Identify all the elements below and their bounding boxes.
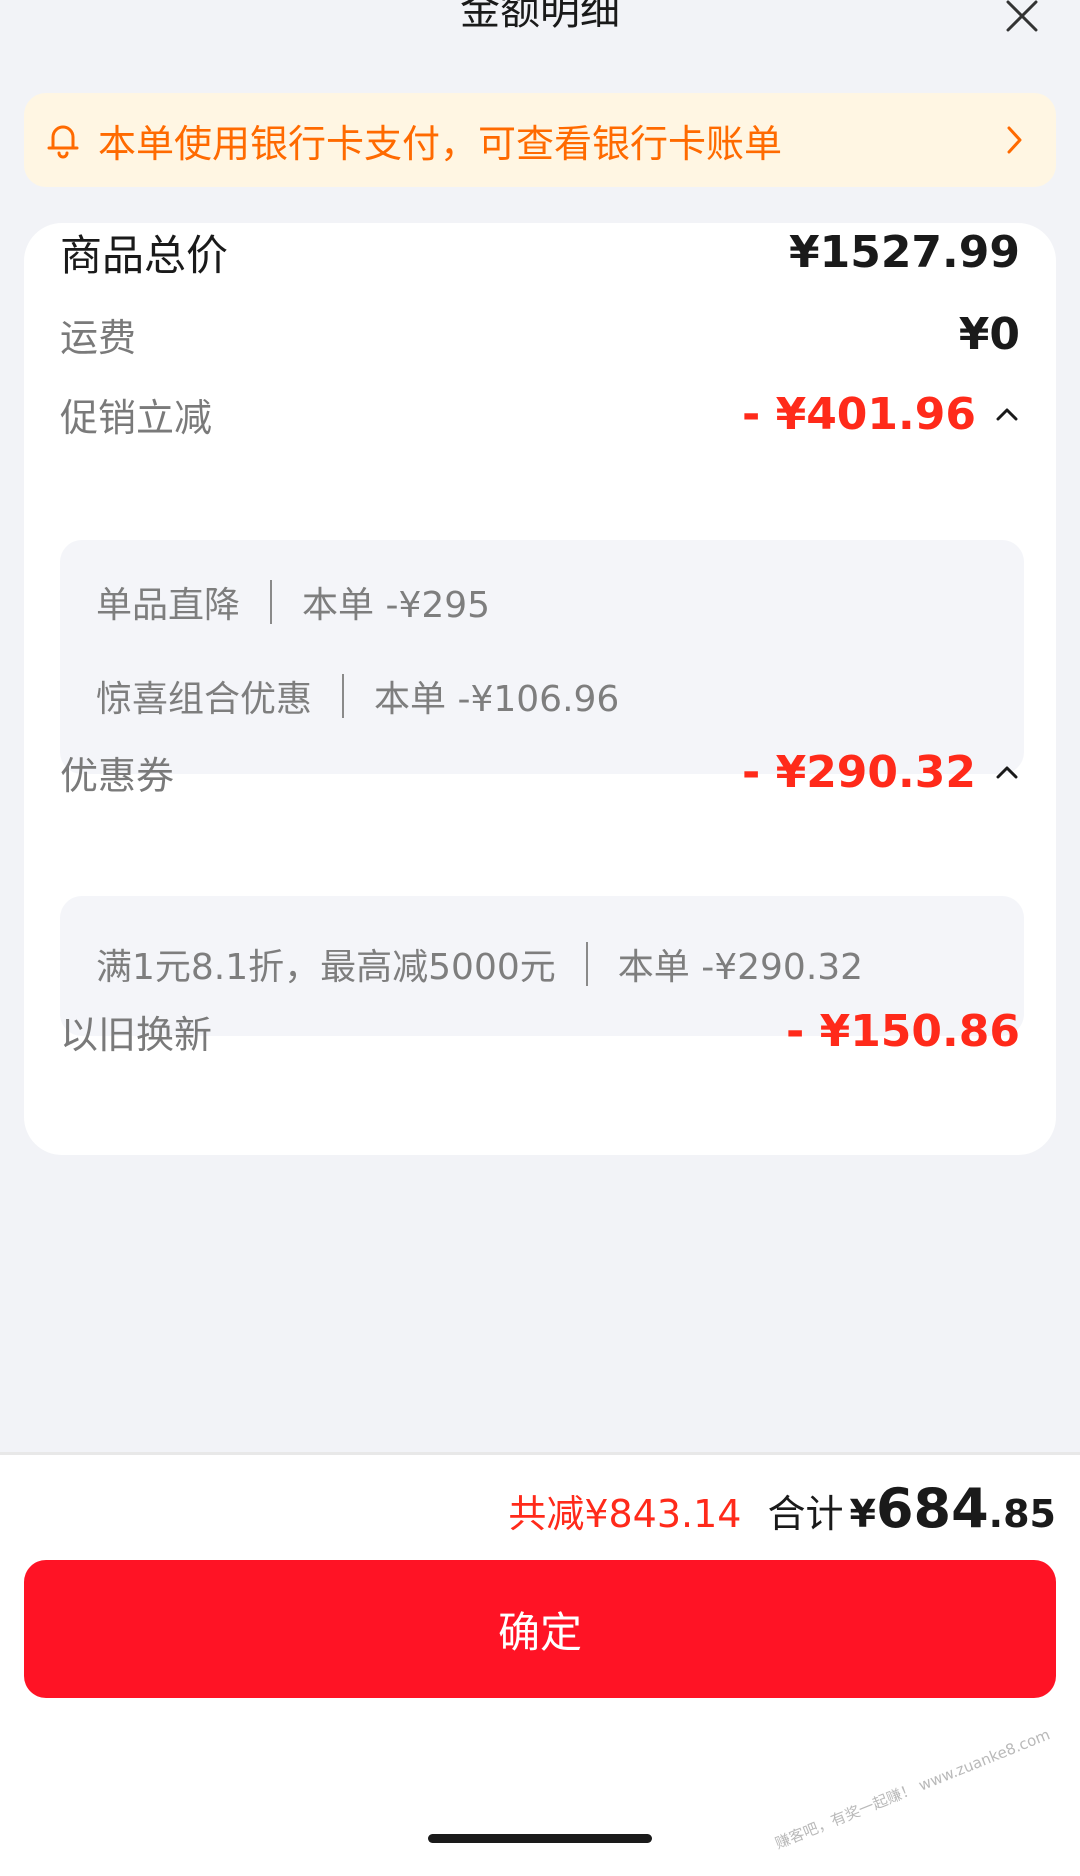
detail-value: 本单 -¥106.96 — [374, 679, 620, 720]
total-saved: 共减¥843.14 — [508, 1492, 742, 1536]
coupon-detail-item: 满1元8.1折，最高减5000元 本单 -¥290.32 — [96, 938, 863, 990]
order-summary: 共减¥843.14 合计 ¥ 684 .85 — [508, 1477, 1056, 1540]
total-label: 合计 — [767, 1492, 844, 1536]
trade-in-amount: - ¥150.86 — [786, 1005, 1020, 1057]
bottom-bar: 共减¥843.14 合计 ¥ 684 .85 确定 赚客吧，有奖一起赚！ www… — [0, 1455, 1080, 1876]
confirm-button[interactable]: 确定 — [24, 1560, 1056, 1698]
coupon-row[interactable]: 优惠券 - ¥290.32 — [60, 742, 1020, 802]
trade-in-row: 以旧换新 - ¥150.86 — [60, 1001, 1020, 1061]
total-integer: 684 — [875, 1477, 989, 1540]
promotion-amount: - ¥401.96 — [742, 388, 976, 440]
goods-total-label: 商品总价 — [60, 230, 229, 280]
goods-total-amount: ¥1527.99 — [788, 226, 1020, 278]
coupon-amount: - ¥290.32 — [742, 746, 976, 798]
chevron-right-icon — [1007, 126, 1022, 154]
promotion-label: 促销立减 — [60, 395, 213, 440]
promotion-row[interactable]: 促销立减 - ¥401.96 — [60, 384, 1020, 444]
coupon-label: 优惠券 — [60, 753, 175, 798]
watermark: 赚客吧，有奖一起赚！ www.zuanke8.com — [772, 1725, 1053, 1853]
header: 金额明细 — [0, 0, 1080, 60]
separator — [585, 942, 588, 986]
shipping-row: 运费 ¥0 — [60, 304, 1020, 364]
chevron-up-icon[interactable] — [994, 763, 1020, 781]
total-decimal: .85 — [988, 1492, 1056, 1536]
page-title: 金额明细 — [460, 0, 620, 34]
separator — [342, 674, 345, 718]
detail-name: 惊喜组合优惠 — [96, 679, 313, 720]
notice-text: 本单使用银行卡支付，可查看银行卡账单 — [98, 121, 783, 166]
currency-symbol: ¥ — [849, 1492, 876, 1536]
shipping-label: 运费 — [60, 315, 137, 360]
shipping-amount: ¥0 — [958, 308, 1020, 360]
detail-name: 满1元8.1折，最高减5000元 — [96, 947, 556, 988]
home-indicator[interactable] — [428, 1834, 652, 1843]
detail-value: 本单 -¥295 — [302, 585, 491, 626]
trade-in-label: 以旧换新 — [60, 1012, 213, 1057]
detail-value: 本单 -¥290.32 — [617, 947, 864, 988]
bank-card-notice[interactable]: 本单使用银行卡支付，可查看银行卡账单 — [24, 93, 1056, 187]
promotion-detail-item: 单品直降 本单 -¥295 — [96, 576, 490, 628]
promotion-details: 单品直降 本单 -¥295 惊喜组合优惠 本单 -¥106.96 — [60, 540, 1024, 774]
bell-icon — [47, 125, 79, 159]
detail-name: 单品直降 — [96, 585, 241, 626]
chevron-up-icon[interactable] — [994, 405, 1020, 423]
promotion-detail-item: 惊喜组合优惠 本单 -¥106.96 — [96, 670, 619, 722]
separator — [270, 580, 273, 624]
close-icon[interactable] — [1000, 0, 1044, 42]
goods-total-row: 商品总价 ¥1527.99 — [60, 222, 1020, 282]
amount-detail-card: 商品总价 ¥1527.99 运费 ¥0 促销立减 - ¥401.96 单品直降 … — [24, 223, 1056, 1155]
